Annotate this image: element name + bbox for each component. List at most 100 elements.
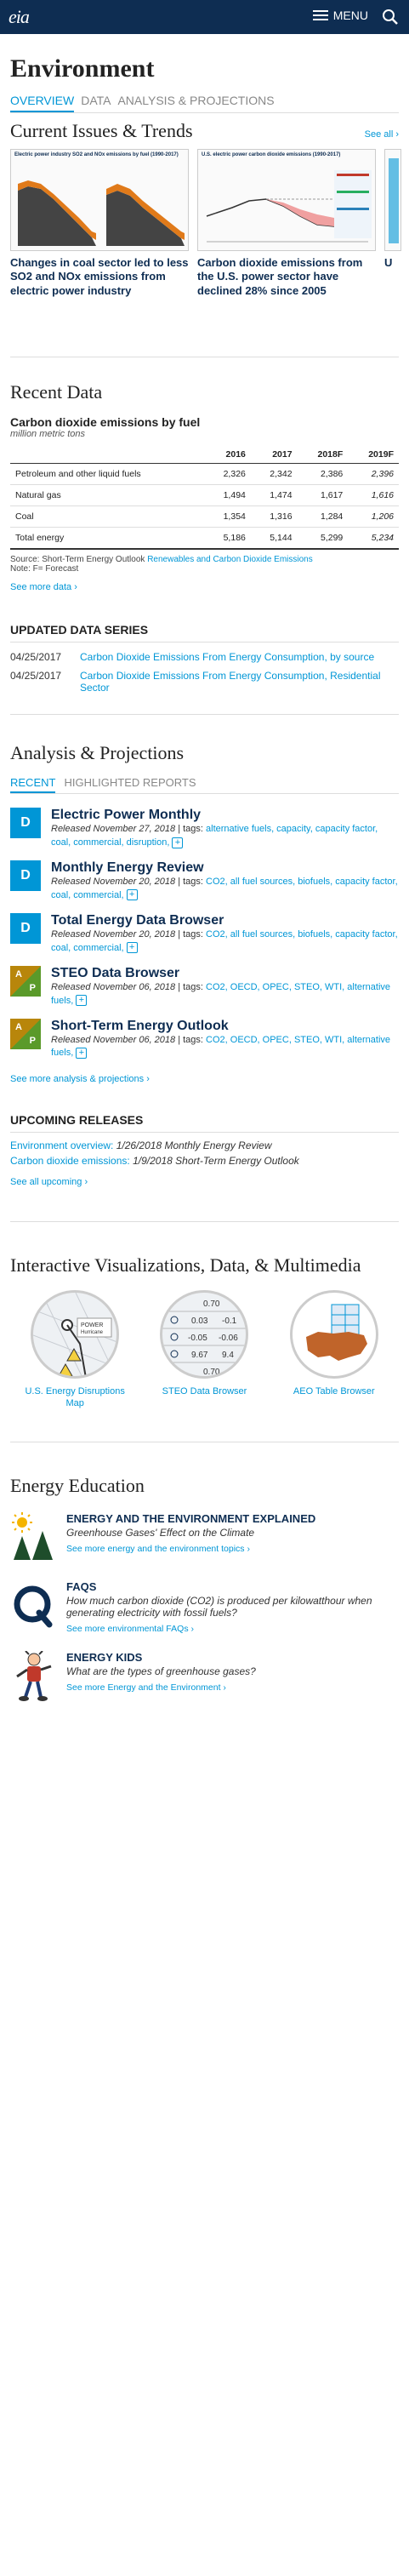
issue-chart-image: Electric power industry SO2 and NOx emis… bbox=[10, 149, 189, 251]
edu-link[interactable]: See more energy and the environment topi… bbox=[66, 1544, 315, 1554]
issue-chart-image: U.S. electric power carbon dioxide emiss… bbox=[197, 149, 376, 251]
see-more-data-link[interactable]: See more data › bbox=[0, 574, 88, 601]
tags-label: | tags: bbox=[175, 928, 207, 940]
edu-link[interactable]: See more Energy and the Environment › bbox=[66, 1682, 256, 1693]
tab-data[interactable]: DATA bbox=[81, 94, 111, 112]
item-link[interactable]: Carbon Dioxide Emissions From Energy Con… bbox=[80, 670, 399, 694]
tab-overview[interactable]: OVERVIEW bbox=[10, 94, 75, 112]
viz-title: Interactive Visualizations, Data, & Mult… bbox=[10, 1254, 361, 1277]
search-icon[interactable] bbox=[382, 9, 399, 26]
table-row: Natural gas 1,494 1,474 1,617 1,616 bbox=[10, 484, 399, 506]
source-prefix: Source: Short-Term Energy Outlook bbox=[10, 555, 145, 564]
issue-card-title[interactable]: U bbox=[384, 256, 401, 270]
current-issues-title: Current Issues & Trends bbox=[10, 120, 193, 141]
data-badge-icon: D bbox=[10, 860, 41, 891]
viz-item-disruptions-map[interactable]: POWER Hurricane U.S. Energy Disruptions … bbox=[20, 1289, 130, 1410]
list-item: D Electric Power Monthly Released Novemb… bbox=[0, 803, 409, 855]
row-label: Natural gas bbox=[10, 484, 205, 506]
edu-link[interactable]: See more environmental FAQs › bbox=[66, 1624, 399, 1634]
viz-heading: Interactive Visualizations, Data, & Mult… bbox=[0, 1248, 409, 1282]
section-tabs: OVERVIEW DATA ANALYSIS & PROJECTIONS bbox=[10, 94, 399, 113]
see-all-link[interactable]: See all › bbox=[365, 129, 399, 140]
analysis-heading: Analysis & Projections bbox=[0, 735, 409, 771]
area-chart-graphic bbox=[18, 180, 185, 246]
plus-icon[interactable]: + bbox=[76, 1048, 88, 1060]
col-header: 2019F bbox=[348, 446, 399, 464]
issue-chart-image bbox=[384, 149, 401, 251]
svg-text:-0.1: -0.1 bbox=[222, 1317, 237, 1326]
report-title[interactable]: Total Energy Data Browser bbox=[51, 913, 399, 928]
page-title: Environment bbox=[10, 54, 155, 83]
edu-subtitle[interactable]: How much carbon dioxide (CO2) is produce… bbox=[66, 1595, 399, 1619]
cell: 1,616 bbox=[348, 484, 399, 506]
viz-item-aeo-browser[interactable]: AEO Table Browser bbox=[279, 1289, 389, 1410]
source-link[interactable]: Renewables and Carbon Dioxide Emissions bbox=[147, 555, 313, 564]
upcoming-title: UPCOMING RELEASES bbox=[10, 1108, 399, 1134]
plus-icon[interactable]: + bbox=[126, 889, 138, 901]
report-meta: Released November 20, 2018 | tags: CO2, … bbox=[51, 876, 399, 903]
issue-card-partial[interactable]: U bbox=[384, 149, 401, 345]
issue-card-emissions[interactable]: Electric power industry SO2 and NOx emis… bbox=[10, 149, 189, 345]
issue-card-co2[interactable]: U.S. electric power carbon dioxide emiss… bbox=[197, 149, 376, 345]
table-source: Source: Short-Term Energy Outlook Renewa… bbox=[0, 550, 409, 564]
edu-subtitle[interactable]: What are the types of greenhouse gases? bbox=[66, 1665, 256, 1677]
col-header: 2018F bbox=[297, 446, 349, 464]
upcoming-link[interactable]: Carbon dioxide emissions: bbox=[10, 1155, 130, 1167]
trees-sun-icon bbox=[10, 1512, 56, 1563]
energy-kids-mascot-icon bbox=[10, 1651, 56, 1702]
report-title[interactable]: STEO Data Browser bbox=[51, 966, 399, 981]
upcoming-link[interactable]: Environment overview: bbox=[10, 1139, 113, 1151]
edu-subtitle[interactable]: Greenhouse Gases' Effect on the Climate bbox=[66, 1527, 315, 1539]
hamburger-icon bbox=[312, 10, 328, 20]
release-date: Released November 06, 2018 bbox=[51, 981, 176, 992]
table-header-row: 2016 2017 2018F 2019F bbox=[10, 446, 399, 464]
viz-row: POWER Hurricane U.S. Energy Disruptions … bbox=[0, 1283, 409, 1417]
cell: 1,284 bbox=[297, 505, 349, 528]
item-date: 04/25/2017 bbox=[10, 670, 62, 682]
svg-text:-0.05: -0.05 bbox=[188, 1334, 207, 1343]
us-map-thumbnail bbox=[289, 1289, 378, 1379]
viz-label[interactable]: U.S. Energy Disruptions Map bbox=[20, 1385, 130, 1410]
see-more-analysis-link[interactable]: See more analysis & projections › bbox=[0, 1065, 160, 1093]
report-meta: Released November 06, 2018 | tags: CO2, … bbox=[51, 1034, 399, 1061]
analysis-tabs: RECENT HIGHLIGHTED REPORTS bbox=[10, 776, 399, 794]
table-row: Petroleum and other liquid fuels 2,326 2… bbox=[10, 463, 399, 485]
report-title[interactable]: Electric Power Monthly bbox=[51, 808, 399, 823]
viz-label[interactable]: STEO Data Browser bbox=[149, 1385, 259, 1397]
plus-icon[interactable]: + bbox=[172, 837, 184, 848]
row-label: Total energy bbox=[10, 527, 205, 550]
upcoming-detail: 1/26/2018 Monthly Energy Review bbox=[116, 1139, 272, 1152]
plus-icon[interactable]: + bbox=[76, 995, 88, 1007]
svg-text:POWER: POWER bbox=[81, 1322, 103, 1328]
see-all-upcoming-link[interactable]: See all upcoming › bbox=[0, 1168, 98, 1196]
tab-recent[interactable]: RECENT bbox=[10, 776, 56, 793]
issue-card-title[interactable]: Carbon dioxide emissions from the U.S. p… bbox=[197, 256, 376, 298]
education-heading: Energy Education bbox=[0, 1468, 409, 1504]
viz-item-steo-browser[interactable]: 0.70 0.03 -0.1 -0.05 -0.06 9.67 9.4 0.70… bbox=[149, 1289, 259, 1410]
issue-card-title[interactable]: Changes in coal sector led to less SO2 a… bbox=[10, 256, 189, 298]
report-title[interactable]: Monthly Energy Review bbox=[51, 860, 399, 876]
tab-highlighted-reports[interactable]: HIGHLIGHTED REPORTS bbox=[64, 776, 196, 793]
tab-analysis-projections[interactable]: ANALYSIS & PROJECTIONS bbox=[117, 94, 274, 112]
edu-title[interactable]: ENERGY AND THE ENVIRONMENT EXPLAINED bbox=[66, 1512, 315, 1525]
edu-title[interactable]: ENERGY KIDS bbox=[66, 1651, 256, 1664]
menu-button[interactable]: MENU bbox=[312, 9, 368, 22]
report-title[interactable]: Short-Term Energy Outlook bbox=[51, 1019, 399, 1034]
viz-label[interactable]: AEO Table Browser bbox=[279, 1385, 389, 1397]
release-date: Released November 20, 2018 bbox=[51, 928, 176, 940]
list-item: D Total Energy Data Browser Released Nov… bbox=[0, 908, 409, 961]
item-link[interactable]: Carbon Dioxide Emissions From Energy Con… bbox=[80, 651, 374, 663]
col-header bbox=[10, 446, 205, 464]
eia-logo[interactable]: eia bbox=[9, 6, 30, 28]
cell: 1,494 bbox=[204, 484, 251, 506]
col-header: 2017 bbox=[250, 446, 298, 464]
plus-icon[interactable]: + bbox=[126, 942, 138, 954]
recent-data-heading: Recent Data bbox=[0, 374, 409, 410]
edu-title[interactable]: FAQS bbox=[66, 1580, 399, 1593]
release-date: Released November 06, 2018 bbox=[51, 1034, 176, 1045]
current-issues-heading: Current Issues & Trends See all › bbox=[0, 113, 409, 149]
divider bbox=[10, 714, 399, 715]
table-row: Coal 1,354 1,316 1,284 1,206 bbox=[10, 505, 399, 528]
cell: 2,396 bbox=[348, 463, 399, 485]
table-note: Note: F= Forecast bbox=[10, 564, 79, 574]
